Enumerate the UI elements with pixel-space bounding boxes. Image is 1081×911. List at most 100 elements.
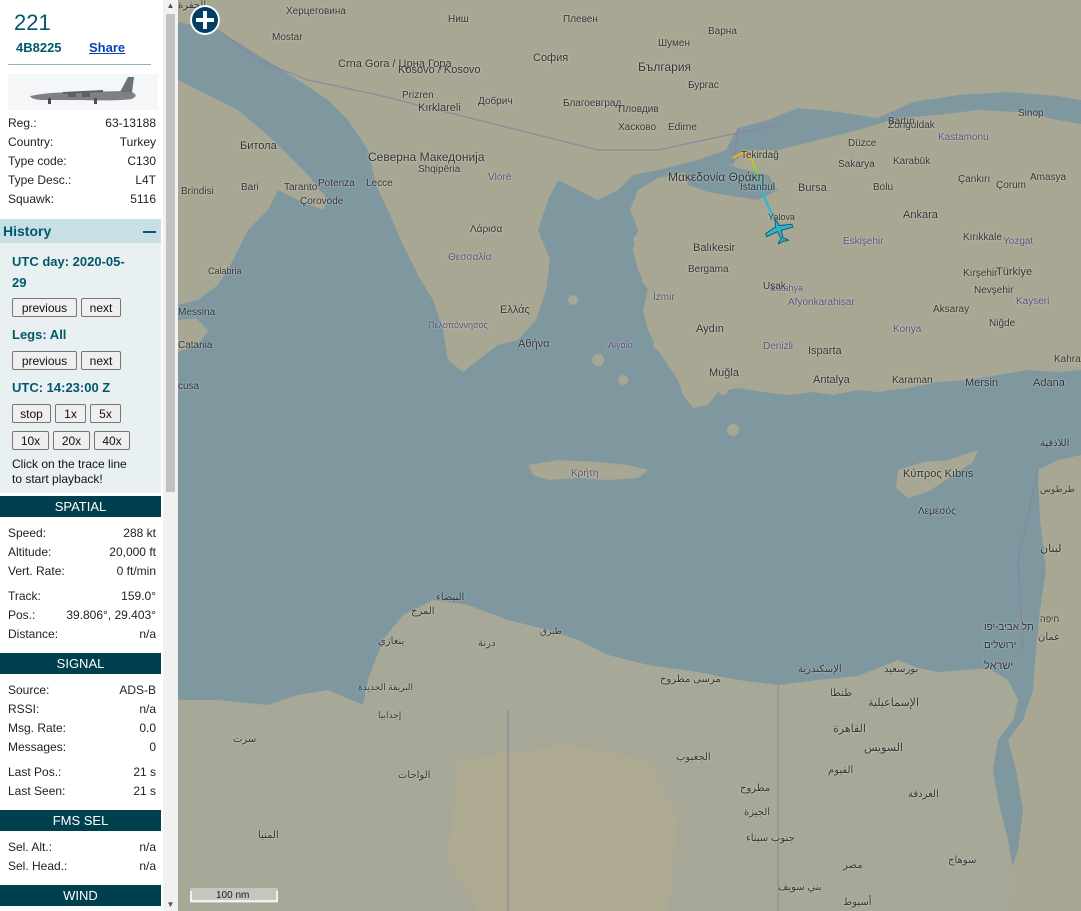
signal-row-source: Source: ADS-B (8, 683, 156, 697)
spatial-header: SPATIAL (0, 496, 161, 517)
map-place-label: Αιγαίο (608, 340, 633, 350)
map-place-label: София (533, 52, 569, 64)
map-place-label: جنوب سيناء (746, 833, 795, 844)
map-place-label: طرطوس (1040, 484, 1075, 494)
spatial-row-track: Track: 159.0° (8, 589, 156, 603)
map-place-label: Karabük (893, 156, 931, 167)
map-place-label: İzmir (653, 292, 675, 303)
spatial-row-position: Pos.: 39.806°, 29.403° (8, 608, 156, 622)
detail-row-squawk: Squawk: 5116 (8, 192, 156, 206)
detail-row-reg: Reg.: 63-13188 (8, 116, 156, 130)
map-place-label: المنيا (258, 830, 279, 841)
info-sidebar: 221 4B8225 Share Reg.: 63-13188 Country: T… (0, 0, 163, 911)
map-place-label: Yalova (768, 212, 795, 222)
utc-day-label: UTC day: 2020-05- (12, 254, 125, 269)
sidebar-scrollbar[interactable]: ▲ ▼ (163, 0, 178, 911)
map-place-label: Uşak (763, 281, 786, 292)
map-place-label: Mostar (272, 32, 303, 43)
map-place-label: Bursa (798, 182, 827, 194)
map-place-label: طنطا (830, 688, 853, 699)
map-place-label: مرسى مطروح (660, 674, 721, 685)
scroll-up-icon[interactable]: ▲ (166, 1, 175, 11)
map-place-label: إجدابيا (378, 710, 402, 720)
signal-row-last-seen: Last Seen: 21 s (8, 784, 156, 798)
map-place-label: Хасково (618, 122, 657, 133)
speed-1x-button[interactable]: 1x (55, 404, 86, 423)
zoom-in-button[interactable] (190, 5, 220, 35)
map-place-label: Messina (178, 307, 216, 318)
speed-5x-button[interactable]: 5x (90, 404, 121, 423)
map-place-label: cusa (178, 381, 200, 392)
collapse-icon[interactable] (143, 231, 156, 233)
divider (8, 64, 151, 65)
map-place-label: Tekirdağ (741, 150, 779, 161)
utc-day-label-cont: 29 (12, 275, 27, 290)
scroll-down-icon[interactable]: ▼ (166, 900, 175, 910)
map-place-label: Calabria (208, 266, 242, 276)
map-place-label: ירושלים (984, 640, 1017, 651)
fms-sel-header: FMS SEL (0, 810, 161, 831)
callsign: 221 (14, 10, 51, 35)
map-place-label: Ελλάς (500, 304, 530, 316)
map-place-label: Kastamonu (938, 132, 989, 143)
map-place-label: بني سويف (778, 882, 822, 893)
detail-row-country: Country: Turkey (8, 135, 156, 149)
map-place-label: Αθήνα (518, 338, 550, 350)
stop-button[interactable]: stop (12, 404, 51, 423)
map-place-label: Catania (178, 340, 213, 351)
map-place-label: תל אביב-יפו (984, 622, 1034, 633)
spatial-row-altitude: Altitude: 20,000 ft (8, 545, 156, 559)
fms-row-sel-alt: Sel. Alt.: n/a (8, 840, 156, 854)
map-place-label: Добрич (478, 96, 513, 107)
leg-next-button[interactable]: next (81, 351, 121, 370)
map-place-label: Antalya (813, 374, 850, 386)
map-place-label: İstanbul (740, 182, 776, 193)
map-place-label: Nevşehir (974, 285, 1014, 296)
map-place-label: Karaman (892, 375, 933, 386)
map-place-label: Bolu (873, 182, 894, 193)
map-place-label: Κύπρος Kıbrıs (903, 468, 974, 480)
map-place-label: Ankara (903, 209, 938, 221)
map-place-label: Бургас (688, 80, 719, 91)
map-place-label: البريقة الجديدة (358, 682, 414, 692)
day-previous-button[interactable]: previous (12, 298, 77, 317)
map-place-label: Kırşehir (963, 268, 998, 279)
map-place-label: Θεσσαλία (448, 252, 492, 263)
map-place-label: Kayseri (1016, 296, 1050, 307)
map-view[interactable]: Херцеговина Mostar Crna Gora / Црна Гора Ko… (178, 0, 1081, 911)
history-title: History (3, 223, 52, 239)
map-place-label: Muğla (709, 367, 739, 379)
map-place-label: Denizli (763, 341, 794, 352)
history-header[interactable]: History (0, 219, 161, 243)
map-place-label: Balıkesir (693, 242, 736, 254)
map-place-label: Afyonkarahisar (788, 297, 855, 308)
signal-row-last-pos: Last Pos.: 21 s (8, 765, 156, 779)
aircraft-photo[interactable] (8, 74, 158, 110)
signal-row-msg-rate: Msg. Rate: 0.0 (8, 721, 156, 735)
map-place-label: Κρήτη (571, 468, 599, 479)
map-place-label: Prizren (402, 90, 434, 101)
map-place-label: Bergama (688, 264, 729, 275)
map-place-label: Kırıkkale (963, 232, 1002, 243)
map-place-label: Bartın (888, 116, 915, 127)
map-place-label: البيضاء (436, 592, 465, 603)
detail-row-type-desc: Type Desc.: L4T (8, 173, 156, 187)
map-place-label: Aksaray (933, 304, 970, 315)
map-place-label: الجغبوب (676, 752, 711, 763)
map-place-label: Херцеговина (286, 6, 346, 17)
spatial-row-distance: Distance: n/a (8, 627, 156, 641)
map-place-label: الإسكندرية (798, 664, 842, 675)
map-place-label: الفيوم (828, 765, 854, 776)
scrollbar-thumb[interactable] (166, 14, 175, 492)
speed-10x-button[interactable]: 10x (12, 431, 49, 450)
speed-40x-button[interactable]: 40x (94, 431, 130, 450)
map-place-label: Ниш (448, 14, 469, 25)
leg-previous-button[interactable]: previous (12, 351, 77, 370)
map-place-label: Πελοπόννησος (428, 320, 488, 330)
map-place-label: Λεμεσός (918, 506, 956, 517)
map-place-label: Λάρισα (470, 224, 503, 235)
speed-20x-button[interactable]: 20x (53, 431, 90, 450)
day-next-button[interactable]: next (81, 298, 121, 317)
map-place-label: Sinop (1018, 108, 1044, 119)
share-link[interactable]: Share (89, 40, 125, 55)
